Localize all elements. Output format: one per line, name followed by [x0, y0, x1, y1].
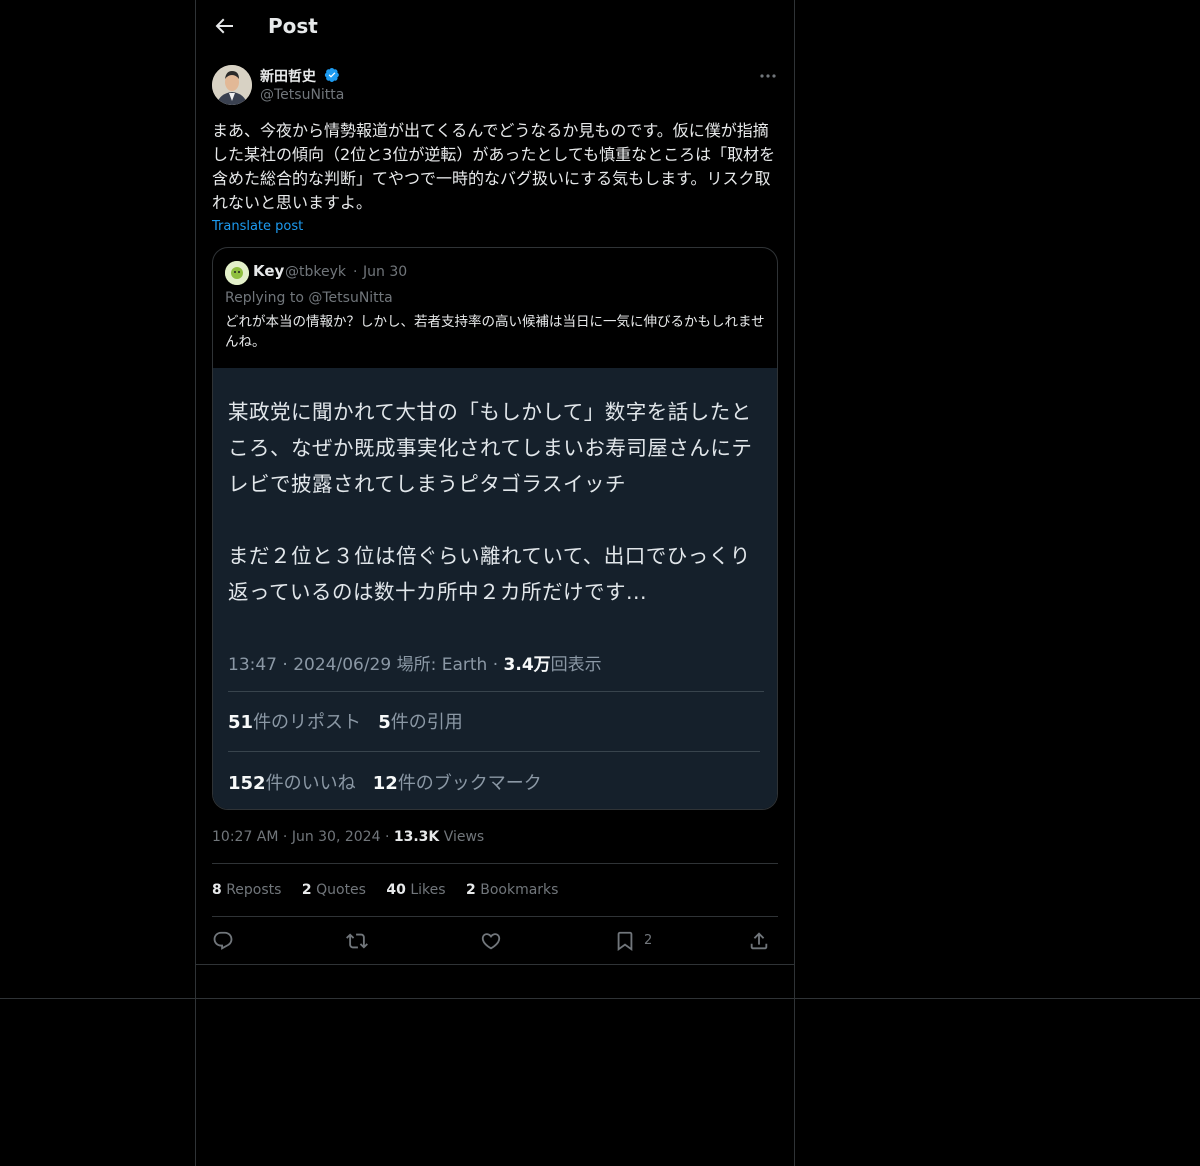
- separator-dot: ·: [384, 829, 394, 845]
- screenshot-bookmarks-label: 件のブックマーク: [397, 773, 542, 794]
- screenshot-stats-row-2: 152件のいいね 12件のブックマーク: [228, 769, 542, 795]
- bookmark-icon[interactable]: [614, 930, 636, 952]
- quote-text: どれが本当の情報か？しかし、若者支持率の高い候補は当日に一気に伸びるかもしれませ…: [225, 314, 765, 350]
- quotes-label: Quotes: [316, 882, 366, 898]
- screenshot-reposts-label: 件のリポスト: [253, 712, 362, 733]
- screenshot-paragraph-1: 某政党に聞かれて大甘の「もしかして」数字を話したところ、なぜか既成事実化されてし…: [228, 400, 753, 496]
- header: Post: [196, 0, 794, 54]
- verified-badge-icon: [324, 68, 339, 82]
- divider: [212, 916, 778, 917]
- quotes-stat[interactable]: 2 Quotes: [302, 882, 366, 898]
- post-text: まあ、今夜から情勢報道が出てくるんでどうなるか見ものです。仮に僕が指摘した某社の…: [212, 121, 776, 212]
- quote-author-handle: @tbkeyk: [285, 264, 346, 280]
- screenshot-quotes-label: 件の引用: [390, 712, 463, 733]
- bookmarks-stat[interactable]: 2 Bookmarks: [466, 882, 558, 898]
- arrow-left-icon[interactable]: [212, 14, 236, 38]
- post-stats: 8 Reposts 2 Quotes 40 Likes 2 Bookmarks: [212, 882, 574, 898]
- action-bar: 2: [212, 928, 778, 956]
- views-count: 13.3K: [393, 829, 440, 845]
- author-name[interactable]: 新田哲史: [260, 66, 316, 86]
- separator-dot: ·: [353, 264, 358, 280]
- reposts-label: Reposts: [226, 882, 282, 898]
- screenshot-likes-label: 件のいいね: [265, 773, 356, 794]
- screenshot-meta-prefix: 13:47 · 2024/06/29 場所: Earth ·: [228, 655, 504, 675]
- screenshot-likes-count: 152: [228, 773, 266, 794]
- screenshot-paragraph-2: まだ２位と３位は倍ぐらい離れていて、出口でひっくり返っているのは数十カ所中２カ所…: [228, 544, 751, 604]
- main-column: Post 新田哲史 @TetsuNitta まあ、今夜から情勢報道が出てくるんで…: [195, 0, 795, 1166]
- screenshot-meta: 13:47 · 2024/06/29 場所: Earth · 3.4万回表示: [228, 650, 602, 675]
- screenshot-stats-row-1: 51件のリポスト 5件の引用: [228, 708, 463, 734]
- more-icon[interactable]: [758, 66, 778, 86]
- likes-label: Likes: [410, 882, 446, 898]
- share-icon[interactable]: [748, 930, 770, 952]
- quote-avatar: [225, 261, 249, 285]
- repost-icon[interactable]: [346, 930, 368, 952]
- screenshot-quotes-count: 5: [378, 712, 391, 733]
- screenshot-text: 某政党に聞かれて大甘の「もしかして」数字を話したところ、なぜか既成事実化されてし…: [228, 394, 768, 610]
- quote-replying-to: Replying to @TetsuNitta: [225, 290, 393, 306]
- divider: [196, 964, 794, 965]
- quote-date: Jun 30: [363, 264, 408, 280]
- likes-count: 40: [386, 882, 406, 898]
- bookmarks-count: 2: [466, 882, 476, 898]
- post-meta: 10:27 AM · Jun 30, 2024 · 13.3K Views: [212, 829, 484, 845]
- quotes-count: 2: [301, 882, 312, 898]
- translate-post-link[interactable]: Translate post: [212, 219, 303, 234]
- views-label: Views: [443, 829, 485, 845]
- quote-author-name: Key: [253, 262, 285, 280]
- screenshot-reposts-count: 51: [228, 712, 254, 733]
- avatar[interactable]: [212, 65, 252, 105]
- separator-dot: ·: [282, 829, 292, 845]
- reply-icon[interactable]: [212, 930, 234, 952]
- divider: [212, 863, 778, 864]
- bookmarks-label: Bookmarks: [480, 882, 559, 898]
- post-date[interactable]: Jun 30, 2024: [292, 829, 381, 845]
- author-handle[interactable]: @TetsuNitta: [260, 87, 344, 103]
- post-time[interactable]: 10:27 AM: [212, 829, 278, 845]
- bookmark-count: 2: [644, 933, 653, 948]
- screenshot-bookmarks-count: 12: [372, 773, 398, 794]
- quoted-post[interactable]: Key @tbkeyk · Jun 30 Replying to @TetsuN…: [212, 247, 778, 810]
- quote-embedded-screenshot: 某政党に聞かれて大甘の「もしかして」数字を話したところ、なぜか既成事実化されてし…: [213, 368, 777, 809]
- screenshot-meta-suffix: 回表示: [550, 655, 602, 675]
- screenshot-divider: [228, 691, 764, 692]
- page-title: Post: [268, 14, 318, 38]
- screenshot-divider: [228, 751, 760, 752]
- like-icon[interactable]: [480, 930, 502, 952]
- screenshot-meta-views: 3.4万: [503, 655, 551, 675]
- reposts-count: 8: [212, 882, 222, 898]
- likes-stat[interactable]: 40 Likes: [386, 882, 445, 898]
- reposts-stat[interactable]: 8 Reposts: [212, 882, 281, 898]
